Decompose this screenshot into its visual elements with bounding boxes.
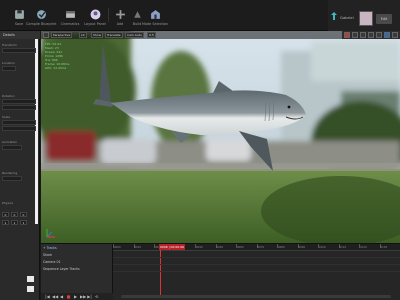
details-field[interactable] [2, 145, 22, 150]
details-field[interactable] [2, 120, 36, 125]
rewind-button[interactable]: ◀◀ [52, 294, 58, 299]
toolbar-compile-button[interactable]: Compile Blueprint [26, 3, 56, 29]
avatar-icon [90, 9, 100, 20]
axis-gizmo-icon [46, 229, 55, 238]
sequencer-scrollbar[interactable] [121, 295, 391, 298]
ruler-tick-label: 0120 [360, 246, 367, 249]
toolbar-mode-label: Mode Selection [142, 22, 168, 26]
track-row[interactable]: Camera 01 [43, 259, 61, 265]
fast-forward-button[interactable]: ▶▶ [80, 294, 86, 299]
value-field[interactable]: 0 [11, 212, 18, 217]
value-field[interactable]: 0 [20, 212, 27, 217]
details-panel: Details Transform Location Rotation Scal… [0, 31, 40, 300]
details-field[interactable] [2, 48, 36, 53]
details-title: Details [0, 31, 40, 39]
viewport-translate-button[interactable]: Translate [105, 32, 123, 38]
track-lane[interactable] [113, 259, 400, 265]
ruler-tick-label: 0010 [134, 246, 142, 249]
compile-icon [36, 10, 46, 19]
ruler-tick-label: 0100 [319, 246, 326, 249]
viewport-lit-button[interactable]: Lit [79, 32, 87, 38]
stop-button[interactable]: ■ [66, 294, 71, 299]
cinematics-icon [65, 11, 75, 18]
viewport-speed-button[interactable]: 0.5 [147, 32, 156, 38]
camera-speed-icon[interactable] [392, 32, 398, 38]
rotate-tool-icon[interactable] [352, 32, 358, 38]
scale-tool-icon[interactable] [360, 32, 366, 38]
move-tool-icon[interactable] [344, 32, 350, 38]
details-label-transform: Transform [2, 43, 17, 47]
ruler-tick-label: 0060 [237, 246, 244, 249]
stat-line: GPU: 12.40ms [45, 66, 67, 70]
track-lane[interactable] [113, 252, 400, 258]
details-field[interactable] [2, 105, 36, 110]
panel-button[interactable] [27, 276, 34, 282]
viewport-perspective-button[interactable]: Perspective [51, 32, 73, 38]
profile-button[interactable]: Edit [376, 14, 392, 24]
mode-icon [150, 10, 160, 19]
ruler-tick-label: 0110 [339, 246, 347, 249]
details-label-animation: Animation [2, 140, 18, 144]
play-button[interactable]: ▶ [73, 294, 78, 299]
value-field[interactable]: 1 [20, 220, 27, 225]
panel-button[interactable] [27, 286, 34, 292]
details-field[interactable] [2, 126, 36, 131]
ruler-tick-label: 0040 [196, 246, 203, 249]
viewport-show-button[interactable]: Show [91, 32, 104, 38]
ruler-tick-label: 0130 [380, 246, 388, 249]
details-label-scale: Scale [2, 115, 11, 119]
ruler-tick-label: 0090 [298, 246, 306, 249]
details-field[interactable] [2, 66, 16, 71]
angle-snap-icon[interactable] [384, 32, 390, 38]
value-field[interactable]: 1 [2, 220, 9, 225]
loop-button[interactable]: ⟲ [94, 294, 99, 299]
sequencer-time-ruler[interactable]: 0000001000200030004000500060007000800090… [113, 244, 400, 251]
ruler-tick-label: 0050 [216, 246, 224, 249]
ruler-tick-label: 0070 [257, 246, 265, 249]
transport-controls: |◀ ◀◀ ◀ ■ ▶ ▶▶ ▶| ⟲ [41, 293, 113, 300]
details-label-rotation: Rotation [2, 94, 15, 98]
jump-start-button[interactable]: |◀ [45, 294, 50, 299]
main-toolbar: Save Compile Blueprint Cinematics Layout… [0, 0, 400, 31]
track-row[interactable]: Shark [43, 252, 52, 258]
details-label-physics: Physics [2, 201, 14, 205]
viewport-scene [41, 31, 400, 243]
user-name[interactable]: Gabriel [340, 15, 354, 20]
value-field[interactable]: 0 [2, 212, 9, 217]
ruler-tick-label: 0080 [278, 246, 285, 249]
grid-snap-icon[interactable] [376, 32, 382, 38]
track-row[interactable]: Sequence Layer Tracks [43, 266, 80, 272]
jump-end-button[interactable]: ▶| [87, 294, 92, 299]
details-scrollbar[interactable] [35, 39, 38, 224]
details-field[interactable] [2, 176, 22, 181]
level-viewport[interactable]: Perspective Lit Show Translate Cam Auto … [41, 31, 400, 243]
step-back-button[interactable]: ◀ [59, 294, 64, 299]
user-avatar[interactable] [359, 11, 373, 26]
sequencer-track-list: + Tracks Shark Camera 01 Sequence Layer … [41, 244, 113, 300]
toolbar-compile-label: Compile Blueprint [26, 22, 57, 26]
ruler-tick-label: 0000 [114, 246, 121, 249]
details-label-rendering: Rendering [2, 171, 18, 175]
source-control-icon[interactable] [330, 11, 338, 21]
value-field[interactable]: 1 [11, 220, 18, 225]
toolbar-mode-button[interactable]: Mode Selection [140, 3, 170, 29]
viewport-toolbar: Perspective Lit Show Translate Cam Auto … [41, 31, 400, 39]
details-field[interactable] [2, 99, 36, 104]
viewport-stats: FPS: 59.94 Mesh: 23 Draws: 241 Prims: 12… [45, 42, 69, 70]
playhead-time-label[interactable]: 0006 | 00:00:06 [159, 244, 186, 250]
track-lane[interactable] [113, 266, 400, 272]
details-label-location: Location [2, 61, 15, 65]
sequencer-panel: + Tracks Shark Camera 01 Sequence Layer … [41, 243, 400, 300]
account-area: Gabriel Edit [328, 0, 400, 31]
viewport-camauto-button[interactable]: Cam Auto [125, 32, 144, 38]
save-icon [14, 10, 24, 19]
viewport-transform-tools [342, 31, 400, 39]
viewport-menu-icon[interactable] [43, 32, 49, 38]
world-space-icon[interactable] [368, 32, 374, 38]
add-track-button[interactable]: + Tracks [43, 245, 57, 251]
